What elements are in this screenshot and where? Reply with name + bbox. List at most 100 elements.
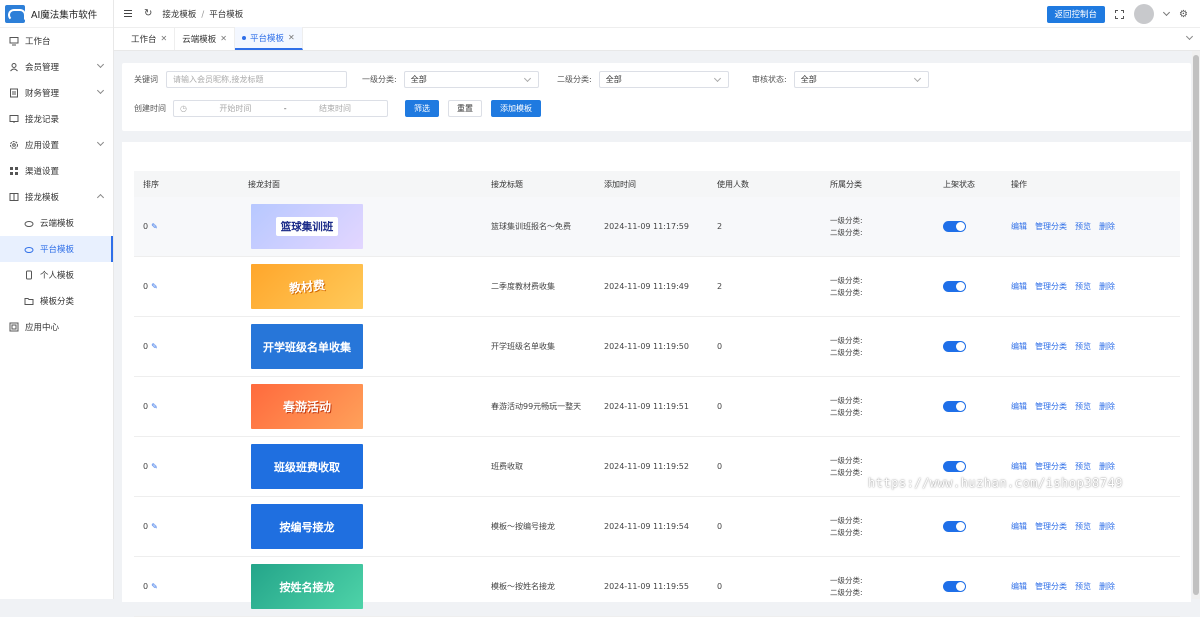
- manage-category-link[interactable]: 管理分类: [1035, 522, 1067, 531]
- scrollbar[interactable]: [1192, 51, 1200, 599]
- sidebar-item-platform-templates[interactable]: 平台模板: [0, 236, 113, 262]
- sidebar-item-workbench[interactable]: 工作台: [0, 28, 113, 54]
- edit-sort-icon[interactable]: ✎: [151, 582, 158, 591]
- settings-icon[interactable]: ⚙: [1179, 9, 1188, 20]
- edit-link[interactable]: 编辑: [1011, 222, 1027, 231]
- date-range-picker[interactable]: ◷ 开始时间 - 结束时间: [173, 100, 388, 117]
- sidebar-item-templates[interactable]: 接龙模板: [0, 184, 113, 210]
- breadcrumb-item[interactable]: 接龙模板: [162, 10, 196, 20]
- status-cell: [943, 581, 1011, 592]
- category-cell: 一级分类: 二级分类:: [830, 515, 863, 537]
- preview-link[interactable]: 预览: [1075, 402, 1091, 411]
- time-cell: 2024-11-09 11:17:59: [604, 222, 689, 231]
- edit-link[interactable]: 编辑: [1011, 342, 1027, 351]
- on-shelf-toggle[interactable]: [943, 341, 966, 352]
- filter-button[interactable]: 筛选: [405, 100, 439, 117]
- table-row: 0 ✎ 按编号接龙 模板～按编号接龙 2024-11-09 11:19:54 0 一级分类:…: [134, 497, 1180, 557]
- sidebar-item-channels[interactable]: 渠道设置: [0, 158, 113, 184]
- close-icon[interactable]: ✕: [220, 34, 227, 43]
- manage-category-link[interactable]: 管理分类: [1035, 282, 1067, 291]
- users-cell: 0: [717, 582, 723, 591]
- actions-cell: 编辑 管理分类 预览 删除: [1011, 521, 1180, 532]
- table-row: 0 ✎ 春游活动 春游活动99元畅玩一整天 2024-11-09 11:19:51 0 一级…: [134, 377, 1180, 437]
- preview-link[interactable]: 预览: [1075, 522, 1091, 531]
- category-cell: 一级分类: 二级分类:: [830, 575, 863, 597]
- back-to-console-button[interactable]: 返回控制台: [1046, 5, 1106, 23]
- sidebar-item-app-settings[interactable]: 应用设置: [0, 132, 113, 158]
- delete-link[interactable]: 删除: [1099, 342, 1115, 351]
- user-icon: [9, 62, 19, 72]
- on-shelf-toggle[interactable]: [943, 401, 966, 412]
- preview-link[interactable]: 预览: [1075, 282, 1091, 291]
- delete-link[interactable]: 删除: [1099, 282, 1115, 291]
- edit-sort-icon[interactable]: ✎: [151, 342, 158, 351]
- sidebar-item-finance[interactable]: 财务管理: [0, 80, 113, 106]
- edit-link[interactable]: 编辑: [1011, 462, 1027, 471]
- app-logo[interactable]: AI魔法集市软件: [0, 0, 113, 28]
- preview-link[interactable]: 预览: [1075, 462, 1091, 471]
- on-shelf-toggle[interactable]: [943, 581, 966, 592]
- manage-category-link[interactable]: 管理分类: [1035, 222, 1067, 231]
- on-shelf-toggle[interactable]: [943, 521, 966, 532]
- cover-image: 篮球集训班: [251, 204, 363, 249]
- edit-sort-icon[interactable]: ✎: [151, 462, 158, 471]
- edit-link[interactable]: 编辑: [1011, 582, 1027, 591]
- manage-category-link[interactable]: 管理分类: [1035, 462, 1067, 471]
- keyword-input[interactable]: 请输入会员昵称,接龙标题: [166, 71, 347, 88]
- top-header: ↻ 接龙模板 / 平台模板 返回控制台 ⚙: [114, 0, 1200, 28]
- manage-category-link[interactable]: 管理分类: [1035, 402, 1067, 411]
- delete-link[interactable]: 删除: [1099, 402, 1115, 411]
- status-cell: [943, 521, 1011, 532]
- on-shelf-toggle[interactable]: [943, 221, 966, 232]
- monitor-icon: [9, 36, 19, 46]
- cat1-select[interactable]: 全部: [403, 71, 539, 88]
- delete-link[interactable]: 删除: [1099, 522, 1115, 531]
- edit-link[interactable]: 编辑: [1011, 402, 1027, 411]
- edit-link[interactable]: 编辑: [1011, 522, 1027, 531]
- sidebar-item-app-center[interactable]: 应用中心: [0, 314, 113, 340]
- users-cell: 0: [717, 342, 723, 351]
- delete-link[interactable]: 删除: [1099, 462, 1115, 471]
- sidebar-item-members[interactable]: 会员管理: [0, 54, 113, 80]
- sort-cell: 0 ✎: [143, 222, 158, 231]
- close-icon[interactable]: ✕: [288, 33, 295, 42]
- add-template-button[interactable]: 添加模板: [491, 100, 541, 117]
- edit-sort-icon[interactable]: ✎: [151, 222, 158, 231]
- scrollbar-thumb[interactable]: [1193, 55, 1199, 595]
- chevron-down-icon[interactable]: [1185, 32, 1194, 41]
- reset-button[interactable]: 重置: [448, 100, 482, 117]
- close-icon[interactable]: ✕: [161, 34, 168, 43]
- on-shelf-toggle[interactable]: [943, 281, 966, 292]
- tab-cloud-templates[interactable]: 云端模板 ✕: [175, 27, 235, 50]
- edit-sort-icon[interactable]: ✎: [151, 522, 158, 531]
- on-shelf-toggle[interactable]: [943, 461, 966, 472]
- edit-sort-icon[interactable]: ✎: [151, 402, 158, 411]
- manage-category-link[interactable]: 管理分类: [1035, 582, 1067, 591]
- status-cell: [943, 341, 1011, 352]
- tab-platform-templates[interactable]: 平台模板 ✕: [234, 27, 303, 50]
- refresh-icon[interactable]: ↻: [144, 8, 152, 19]
- fullscreen-icon[interactable]: [1115, 9, 1125, 19]
- edit-link[interactable]: 编辑: [1011, 282, 1027, 291]
- review-status-select[interactable]: 全部: [793, 71, 929, 88]
- sidebar-item-personal-templates[interactable]: 个人模板: [0, 262, 113, 288]
- table-row: 0 ✎ 开学班级名单收集 开学班级名单收集 2024-11-09 11:19:50 0 一级…: [134, 317, 1180, 377]
- manage-category-link[interactable]: 管理分类: [1035, 342, 1067, 351]
- sidebar-item-cloud-templates[interactable]: 云端模板: [0, 210, 113, 236]
- preview-link[interactable]: 预览: [1075, 342, 1091, 351]
- edit-sort-icon[interactable]: ✎: [151, 282, 158, 291]
- avatar[interactable]: [1134, 4, 1155, 24]
- breadcrumb-current: 平台模板: [209, 9, 244, 20]
- users-cell: 0: [717, 402, 723, 411]
- menu-toggle-icon[interactable]: [124, 10, 132, 17]
- delete-link[interactable]: 删除: [1099, 222, 1115, 231]
- grid-icon: [9, 166, 19, 176]
- delete-link[interactable]: 删除: [1099, 582, 1115, 591]
- preview-link[interactable]: 预览: [1075, 222, 1091, 231]
- preview-link[interactable]: 预览: [1075, 582, 1091, 591]
- cat2-select[interactable]: 全部: [598, 71, 729, 88]
- chevron-down-icon[interactable]: [1162, 8, 1171, 17]
- sidebar-item-records[interactable]: 接龙记录: [0, 106, 113, 132]
- sidebar-item-template-categories[interactable]: 模板分类: [0, 288, 113, 314]
- tab-workbench[interactable]: 工作台 ✕: [124, 27, 176, 50]
